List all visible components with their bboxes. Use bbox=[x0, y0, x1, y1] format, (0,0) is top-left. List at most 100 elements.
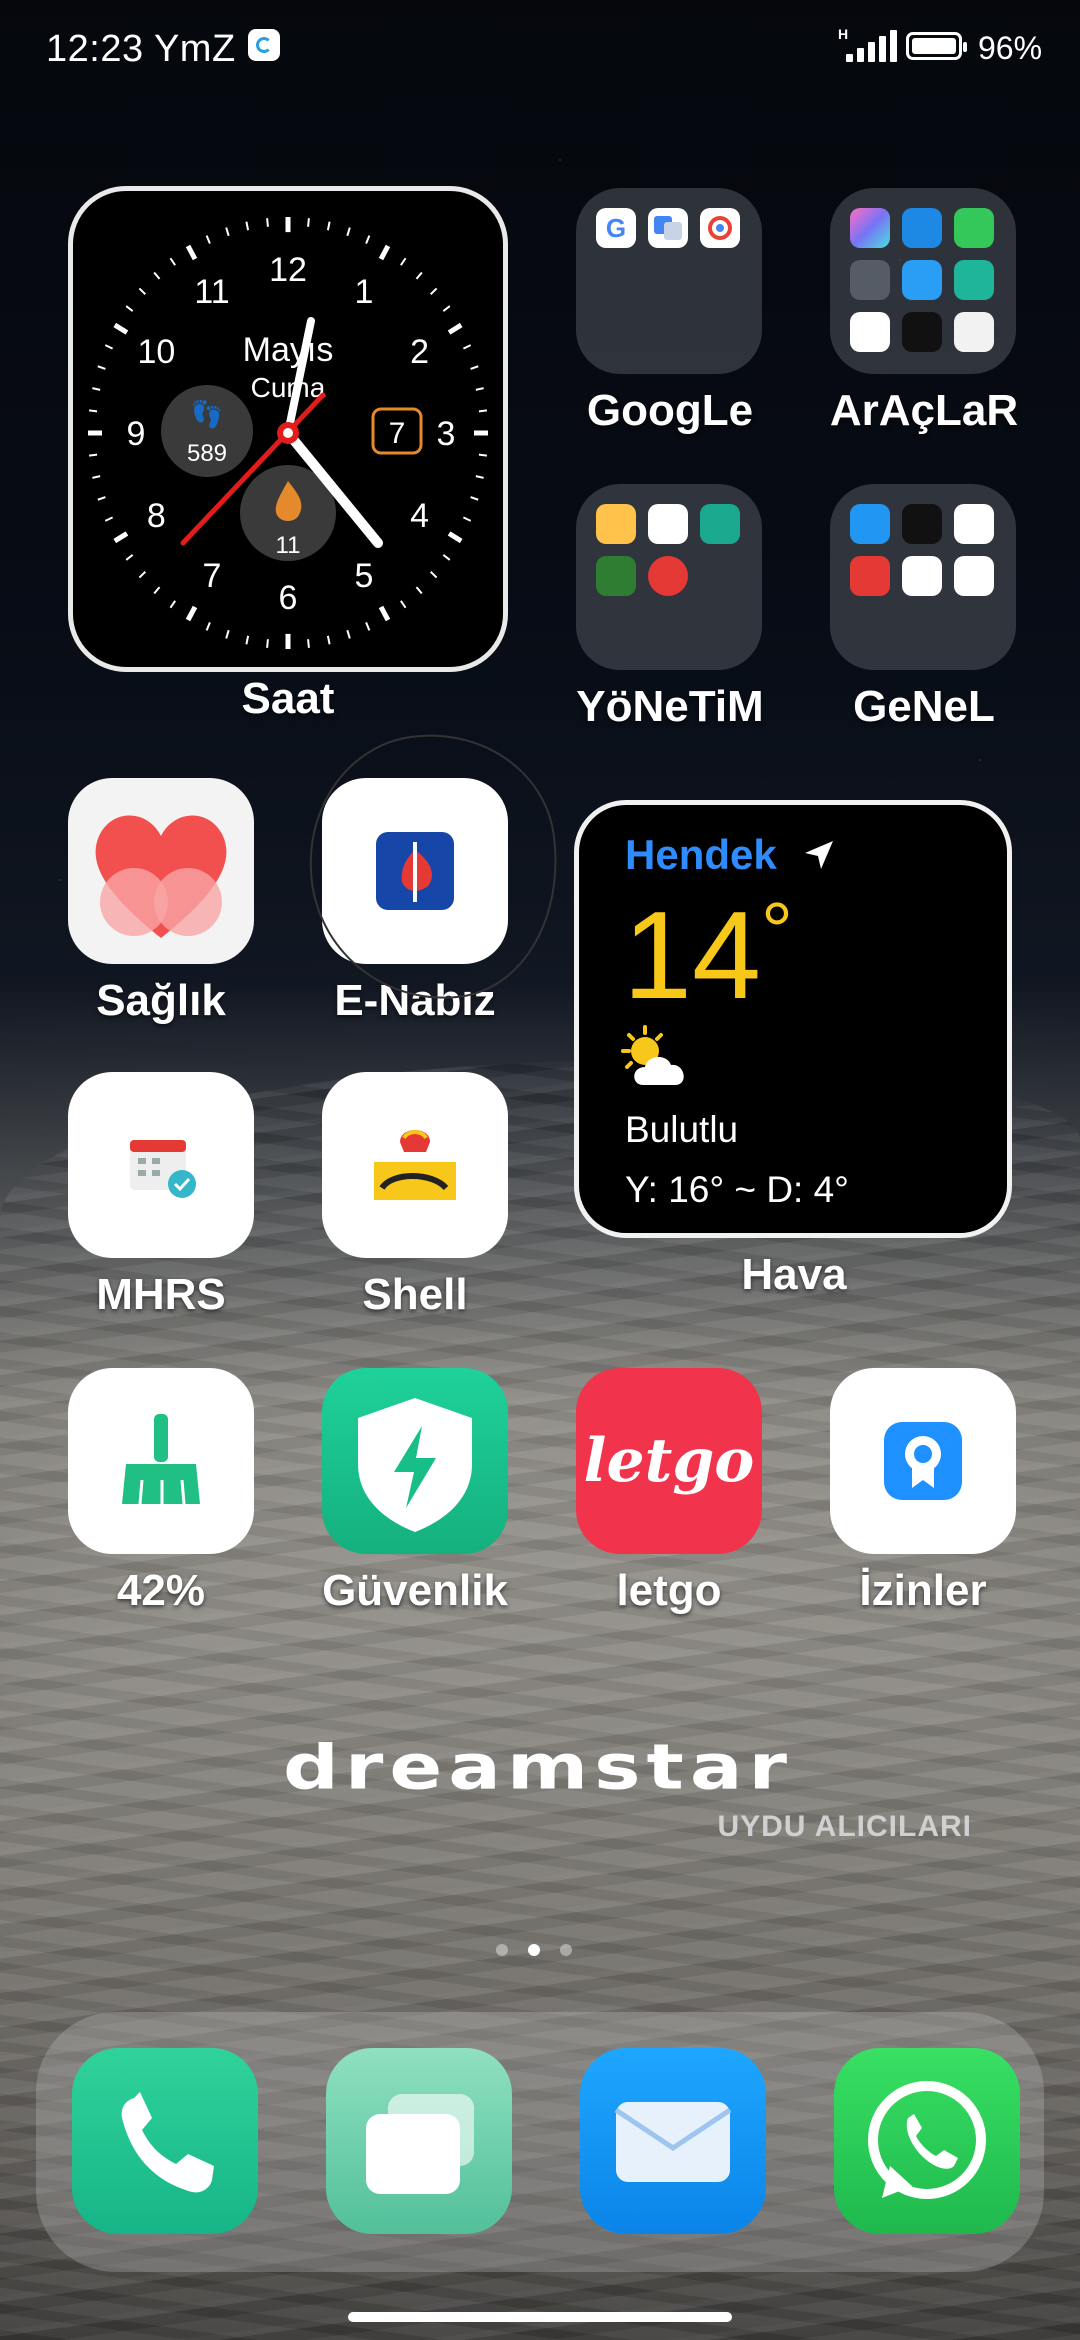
clock-tick bbox=[153, 271, 161, 280]
folder-tools[interactable] bbox=[830, 188, 1016, 374]
clock-tick bbox=[475, 475, 484, 479]
clock-tick bbox=[470, 365, 479, 370]
letgo-logo: letgo bbox=[583, 1426, 755, 1496]
folder-google[interactable]: G bbox=[576, 188, 762, 374]
clock-hour-number: 9 bbox=[127, 415, 146, 453]
dock-whatsapp[interactable] bbox=[834, 2048, 1020, 2234]
clock-day: Cuma bbox=[251, 372, 326, 403]
app-letgo-label: letgo bbox=[616, 1566, 722, 1615]
clock-tick bbox=[169, 257, 176, 266]
clock-tick bbox=[92, 475, 101, 479]
contacts-icon bbox=[850, 504, 890, 544]
files-icon bbox=[596, 504, 636, 544]
clock-tick bbox=[125, 305, 134, 312]
app-letgo[interactable]: letgo bbox=[576, 1368, 762, 1554]
mail-icon bbox=[614, 2102, 732, 2182]
app-mhrs[interactable] bbox=[68, 1072, 254, 1258]
clock-tick bbox=[113, 322, 129, 335]
status-bar: 12:23 YmZ H 96% bbox=[0, 0, 1080, 96]
app-guvenlik-label: Güvenlik bbox=[322, 1566, 508, 1615]
location-arrow-icon bbox=[805, 841, 833, 869]
app-guvenlik[interactable] bbox=[322, 1368, 508, 1554]
clock-hour-number: 1 bbox=[355, 273, 374, 311]
clock-tick bbox=[470, 496, 479, 501]
clock-tick bbox=[205, 235, 211, 244]
clock-tick bbox=[442, 305, 451, 312]
clock-tick bbox=[88, 409, 98, 413]
weather-widget[interactable]: Hendek 14° Bulutlu Y: 16° ~ D: 4° bbox=[574, 800, 1012, 1238]
lens-icon bbox=[700, 208, 740, 248]
clock-tick bbox=[307, 218, 310, 227]
folder-general[interactable] bbox=[830, 484, 1016, 670]
clock-hour-number: 4 bbox=[410, 497, 429, 535]
dreamstar-logo: dreamstar UYDU ALICILARI bbox=[88, 1730, 988, 1862]
folder-google-label: GoogLe bbox=[586, 386, 754, 435]
steps-count: 589 bbox=[187, 440, 227, 467]
folder-general-label: GeNeL bbox=[853, 682, 995, 731]
clock-tick bbox=[92, 387, 101, 391]
calories-count: 11 bbox=[276, 532, 301, 559]
clock-hour-number: 3 bbox=[437, 415, 456, 453]
clock-tick bbox=[326, 221, 331, 231]
flashlight-icon bbox=[850, 312, 890, 352]
home-indicator[interactable] bbox=[348, 2312, 732, 2322]
clock-tick bbox=[185, 605, 198, 622]
battery-icon bbox=[906, 32, 967, 60]
whatsapp-icon bbox=[868, 2081, 986, 2199]
clock-tick bbox=[447, 322, 463, 335]
speedometer-icon bbox=[902, 208, 942, 248]
weather-city: Hendek bbox=[625, 831, 777, 878]
clock-hour-number: 10 bbox=[137, 333, 175, 371]
phone-icon bbox=[121, 2092, 214, 2193]
app-izinler[interactable] bbox=[830, 1368, 1016, 1554]
page-indicator[interactable] bbox=[496, 1944, 586, 1964]
calculator-icon bbox=[902, 312, 942, 352]
clock-tick bbox=[97, 365, 106, 370]
clock-tick bbox=[462, 344, 472, 350]
weather-temperature: 14° bbox=[623, 886, 793, 1025]
google-icon: G bbox=[596, 208, 636, 248]
clock-tick bbox=[266, 639, 269, 648]
svg-text:dreamstar: dreamstar bbox=[283, 1742, 793, 1803]
dock-mail[interactable] bbox=[580, 2048, 766, 2234]
page-dot bbox=[560, 1944, 572, 1956]
app-saglik[interactable] bbox=[68, 778, 254, 964]
clock-tick bbox=[104, 516, 114, 522]
clock-tick bbox=[185, 244, 198, 261]
clock-widget-label: Saat bbox=[241, 674, 335, 723]
shell-logo-icon bbox=[374, 1130, 456, 1200]
sim-manager-icon bbox=[648, 504, 688, 544]
signal-icon bbox=[840, 30, 900, 62]
settings-gear-icon bbox=[648, 556, 688, 596]
dock-messages[interactable] bbox=[326, 2048, 512, 2234]
clock-tick bbox=[113, 531, 129, 544]
clock-tick bbox=[378, 605, 391, 622]
clock-tick bbox=[442, 554, 451, 561]
app-izinler-label: İzinler bbox=[859, 1566, 987, 1615]
clock-month: Mayıs bbox=[243, 331, 334, 369]
dock-phone[interactable] bbox=[72, 2048, 258, 2234]
heart-icon bbox=[95, 815, 227, 938]
app-shell[interactable] bbox=[322, 1072, 508, 1258]
clock-hour-number: 5 bbox=[355, 557, 374, 595]
clock-tick bbox=[138, 287, 147, 295]
clock-tick bbox=[346, 629, 351, 639]
app-e-nabiz[interactable] bbox=[322, 778, 508, 964]
weather-widget-label: Hava bbox=[741, 1250, 847, 1299]
battery-percent: 96% bbox=[978, 30, 1043, 66]
shield-bolt-icon bbox=[358, 1398, 472, 1532]
messages-icon bbox=[366, 2094, 474, 2194]
app-cleaner[interactable] bbox=[68, 1368, 254, 1554]
page-dot bbox=[496, 1944, 508, 1956]
download-icon bbox=[954, 208, 994, 248]
android-tools-icon bbox=[700, 504, 740, 544]
clock-tick bbox=[429, 287, 438, 295]
clock-tick bbox=[225, 227, 230, 237]
analog-clock-face: 121234567891011 Mayıs Cuma 7 👣 589 11 bbox=[88, 217, 488, 649]
clock-tick bbox=[415, 586, 423, 595]
clock-hour-number: 11 bbox=[194, 273, 229, 311]
clock-tick bbox=[346, 227, 351, 237]
folder-management[interactable] bbox=[576, 484, 762, 670]
clock-widget[interactable]: 12 1 2 3 4 5 6 7 8 9 10 11 Mayıs Cuma 7 👣 589 11 bbox=[68, 186, 508, 672]
clock-hour-number: 7 bbox=[203, 557, 222, 595]
